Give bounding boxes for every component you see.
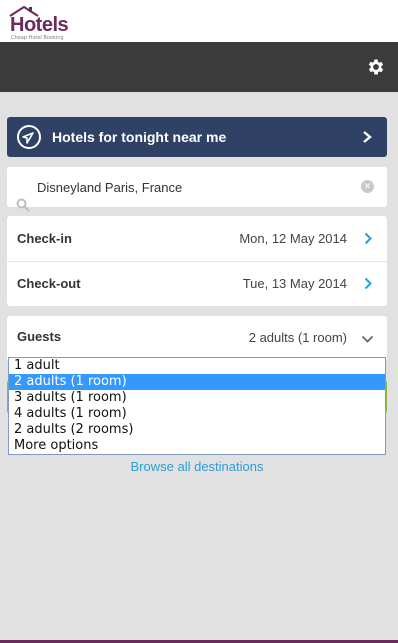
- guests-option-selected[interactable]: 2 adults (1 room): [9, 374, 385, 390]
- clear-icon[interactable]: ✕: [361, 180, 374, 193]
- search-icon: [16, 198, 30, 212]
- app-header: Hotels Cheap Hotel Booking: [0, 0, 398, 42]
- guests-option-more[interactable]: More options: [9, 438, 385, 454]
- destination-input[interactable]: [37, 177, 347, 197]
- guests-dropdown[interactable]: 1 adult 2 adults (1 room) 3 adults (1 ro…: [8, 357, 386, 455]
- hotels-tonight-button[interactable]: Hotels for tonight near me: [7, 117, 387, 157]
- checkout-row[interactable]: Check-out Tue, 13 May 2014: [7, 261, 387, 306]
- checkout-value: Tue, 13 May 2014: [242, 276, 347, 291]
- chevron-right-icon: [363, 131, 372, 143]
- location-arrow-icon: [17, 125, 41, 149]
- guests-card: Guests 2 adults (1 room): [7, 316, 387, 361]
- toolbar: [0, 42, 398, 92]
- dates-card: Check-in Mon, 12 May 2014 Check-out Tue,…: [7, 216, 387, 306]
- destination-search: ✕: [7, 167, 387, 212]
- hotels-tonight-label: Hotels for tonight near me: [52, 129, 227, 145]
- chevron-down-icon: [361, 335, 374, 343]
- chevron-right-icon: [364, 232, 372, 245]
- guests-select[interactable]: Guests 2 adults (1 room): [7, 316, 387, 361]
- checkin-label: Check-in: [17, 231, 72, 246]
- browse-destinations-link[interactable]: Browse all destinations: [0, 459, 394, 474]
- guests-option[interactable]: 4 adults (1 room): [9, 406, 385, 422]
- hotels-logo[interactable]: Hotels Cheap Hotel Booking: [9, 5, 81, 41]
- checkout-label: Check-out: [17, 276, 81, 291]
- checkin-value: Mon, 12 May 2014: [239, 231, 347, 246]
- guests-option[interactable]: 2 adults (2 rooms): [9, 422, 385, 438]
- chevron-right-icon: [364, 277, 372, 290]
- guests-option[interactable]: 3 adults (1 room): [9, 390, 385, 406]
- guests-label: Guests: [17, 329, 62, 344]
- logo-tagline: Cheap Hotel Booking: [11, 35, 64, 41]
- checkin-row[interactable]: Check-in Mon, 12 May 2014: [7, 216, 387, 261]
- guests-option[interactable]: 1 adult: [9, 358, 385, 374]
- logo-text: Hotels: [10, 14, 69, 36]
- guests-value: 2 adults (1 room): [248, 330, 347, 345]
- gear-icon[interactable]: [366, 57, 386, 77]
